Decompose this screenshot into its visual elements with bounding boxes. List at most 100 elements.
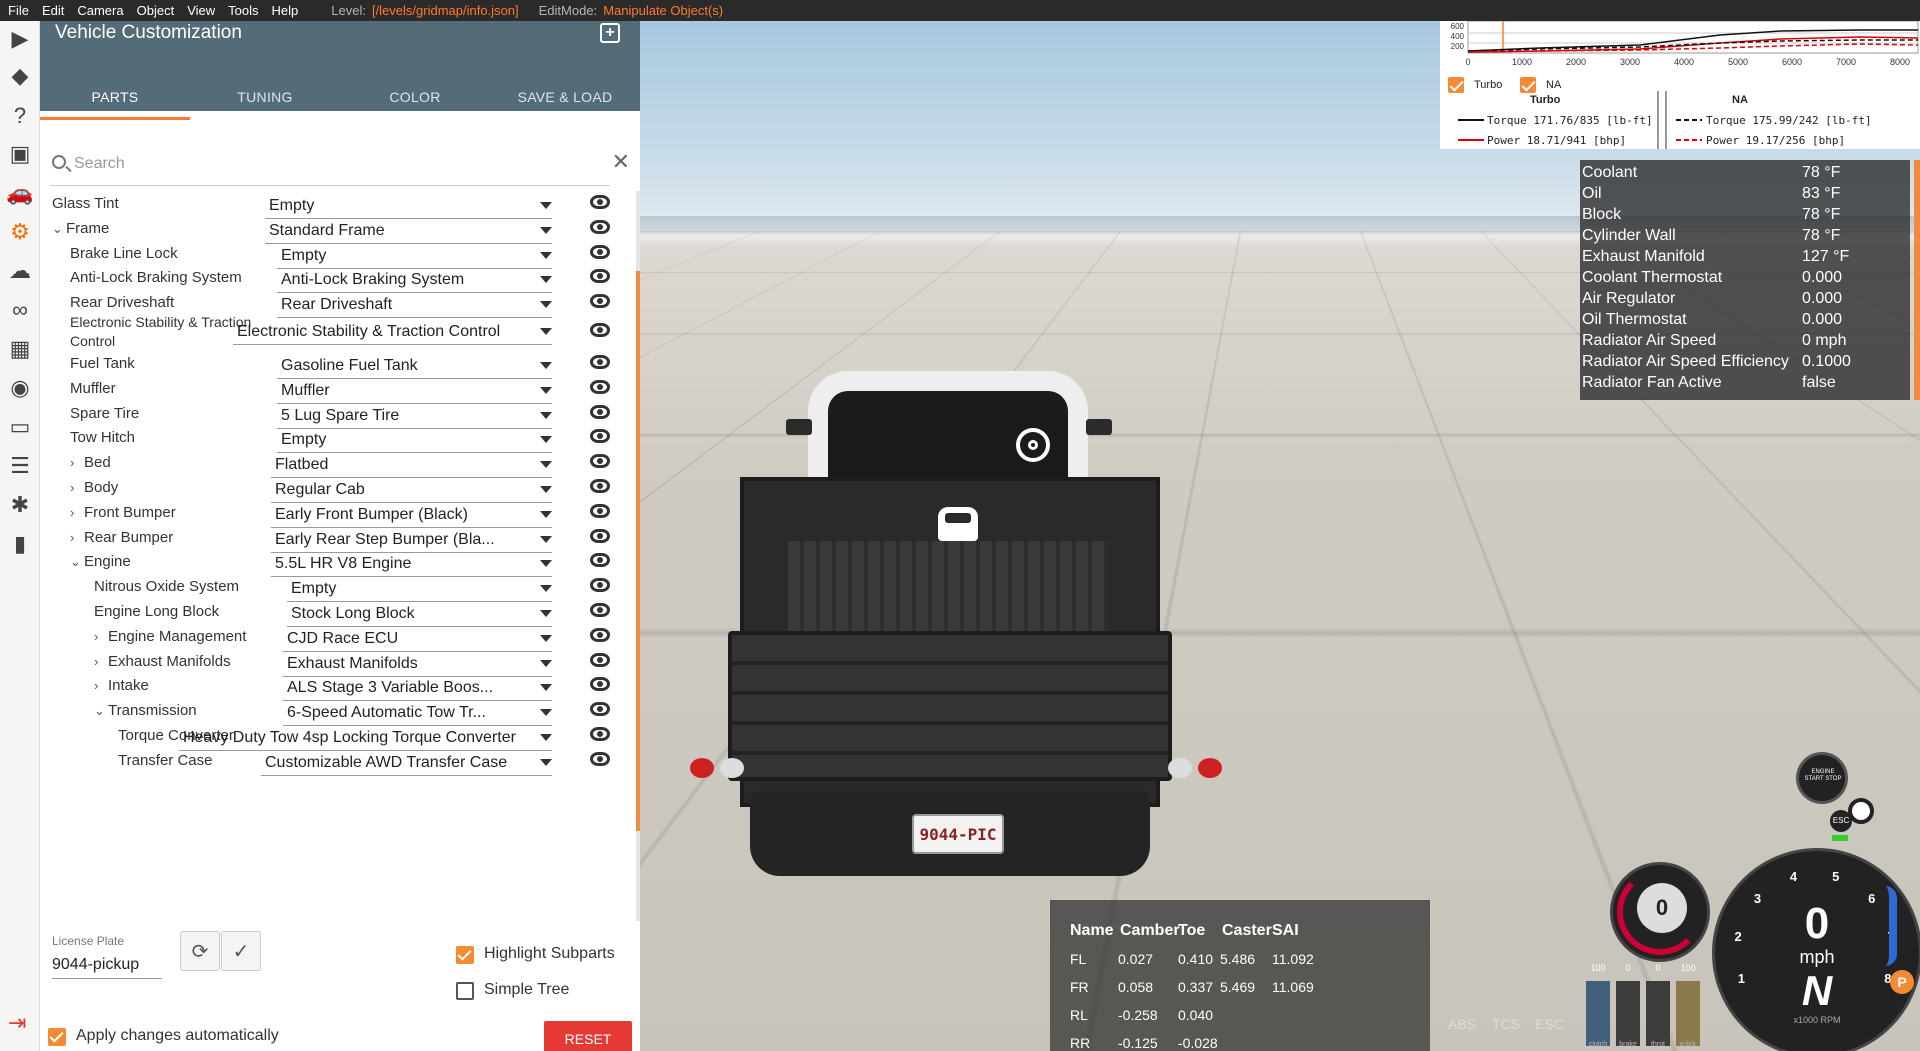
search-input[interactable] (74, 152, 574, 176)
part-row[interactable]: Transfer Case Customizable AWD Transfer C… (40, 748, 634, 776)
eye-icon[interactable] (590, 627, 610, 642)
eye-icon[interactable] (590, 404, 610, 419)
tab-tuning[interactable]: TUNING (190, 89, 340, 111)
eye-icon[interactable] (590, 727, 610, 741)
cloud-icon[interactable]: ☁ (0, 253, 40, 289)
add-window-icon[interactable]: + (600, 23, 620, 43)
chevron-right-icon[interactable]: › (94, 627, 108, 646)
part-row[interactable]: Electronic Stability & Traction Control E… (40, 314, 634, 351)
simple-tree-checkbox[interactable] (456, 982, 474, 1000)
part-row[interactable]: Torque Converter Heavy Duty Tow 4sp Locki… (40, 723, 634, 751)
parts-scrollbar-thumb[interactable] (636, 271, 640, 831)
tab-save-load[interactable]: SAVE & LOAD (490, 89, 640, 111)
eye-icon[interactable] (590, 379, 610, 394)
part-row[interactable]: Glass Tint Empty (40, 191, 634, 219)
window-icon[interactable]: ▭ (0, 409, 40, 445)
gear-icon[interactable]: ⚙ (0, 214, 40, 250)
part-row[interactable]: Rear Driveshaft Rear Driveshaft (40, 290, 634, 319)
menu-tools[interactable]: Tools (228, 3, 258, 18)
chevron-down-icon[interactable]: ⌄ (94, 701, 108, 720)
scenario-icon[interactable]: ▣ (0, 136, 40, 172)
vehicle-icon[interactable]: 🚗 (0, 175, 40, 211)
infinity-icon[interactable]: ∞ (0, 292, 40, 328)
tab-parts[interactable]: PARTS (40, 77, 190, 120)
eye-icon[interactable] (590, 503, 610, 518)
film-icon[interactable]: ▦ (0, 331, 40, 367)
na-checkbox[interactable] (1520, 77, 1536, 93)
chart-icon[interactable]: ▮ (0, 526, 40, 562)
eye-icon[interactable] (590, 479, 610, 493)
part-row[interactable]: › Engine Management CJD Race ECU (40, 624, 634, 652)
apply-automatically-checkbox[interactable] (48, 1028, 66, 1046)
part-row[interactable]: Engine Long Block Stock Long Block (40, 599, 634, 627)
part-row[interactable]: › Rear Bumper Early Rear Step Bumper (Bla.… (40, 525, 634, 553)
part-row[interactable]: › Intake ALS Stage 3 Variable Boos... (40, 673, 634, 702)
chevron-right-icon[interactable]: › (94, 652, 108, 671)
sliders-icon[interactable]: ☰ (0, 448, 40, 484)
eye-icon[interactable] (590, 294, 610, 309)
eye-icon[interactable] (590, 323, 610, 337)
apply-plate-button[interactable]: ✓ (221, 931, 261, 971)
eye-icon[interactable] (590, 652, 610, 667)
eye-icon[interactable] (590, 677, 610, 692)
part-row[interactable]: ⌄ Engine 5.5L HR V8 Engine (40, 549, 634, 578)
turbo-checkbox[interactable] (1448, 77, 1464, 93)
menu-camera[interactable]: Camera (77, 3, 123, 18)
chevron-right-icon[interactable]: › (70, 478, 84, 497)
menu-file[interactable]: File (8, 3, 29, 18)
close-icon[interactable]: ✕ (612, 151, 630, 173)
play-icon[interactable]: ▶ (0, 21, 40, 57)
exit-icon[interactable]: ⇥ (8, 1010, 26, 1036)
eye-icon[interactable] (590, 751, 610, 766)
layers-icon[interactable]: ◆ (0, 58, 40, 94)
part-row[interactable]: ⌄ Transmission 6-Speed Automatic Tow Tr... (40, 698, 634, 727)
chevron-down-icon[interactable]: ⌄ (52, 219, 66, 238)
part-row[interactable]: Nitrous Oxide System Empty (40, 574, 634, 603)
license-plate-input[interactable] (52, 951, 162, 979)
chevron-down-icon[interactable]: ⌄ (70, 552, 84, 571)
engine-start-stop-button[interactable]: ENGINE START STOP (1796, 752, 1848, 804)
part-row[interactable]: Spare Tire 5 Lug Spare Tire (40, 401, 634, 429)
eye-icon[interactable] (590, 269, 610, 284)
part-row[interactable]: › Bed Flatbed (40, 450, 634, 479)
eye-icon[interactable] (590, 578, 610, 593)
randomize-plate-button[interactable]: ⟳ (180, 931, 220, 971)
part-row[interactable]: Brake Line Lock Empty (40, 241, 634, 269)
chevron-right-icon[interactable]: › (70, 528, 84, 547)
part-row[interactable]: › Exhaust Manifolds Exhaust Manifolds (40, 649, 634, 677)
eye-icon[interactable] (590, 528, 610, 543)
eye-icon[interactable] (590, 244, 610, 259)
highlight-subparts-checkbox[interactable] (456, 946, 474, 964)
chevron-right-icon[interactable]: › (94, 676, 108, 695)
part-row[interactable]: ⌄ Frame Standard Frame (40, 216, 634, 244)
part-select[interactable]: Customizable AWD Transfer Case (261, 750, 552, 776)
help-icon[interactable]: ? (0, 98, 40, 134)
temps-scrollbar[interactable] (1914, 160, 1920, 400)
eye-icon[interactable] (590, 219, 610, 234)
eye-icon[interactable] (590, 603, 610, 617)
part-row[interactable]: Fuel Tank Gasoline Fuel Tank (40, 351, 634, 379)
menu-view[interactable]: View (187, 3, 215, 18)
part-select[interactable]: Electronic Stability & Traction Control (233, 319, 552, 345)
tab-color[interactable]: COLOR (340, 89, 490, 111)
menu-object[interactable]: Object (137, 3, 175, 18)
chevron-right-icon[interactable]: › (70, 453, 84, 472)
eye-icon[interactable] (590, 195, 610, 209)
eye-icon[interactable] (590, 553, 610, 568)
bug-icon[interactable]: ✱ (0, 487, 40, 523)
vehicle-marker-icon[interactable] (938, 507, 978, 541)
target-icon[interactable] (1016, 428, 1050, 462)
part-row[interactable]: › Front Bumper Early Front Bumper (Black) (40, 500, 634, 528)
eye-icon[interactable] (590, 702, 610, 717)
menu-help[interactable]: Help (272, 3, 299, 18)
part-row[interactable]: › Body Regular Cab (40, 475, 634, 503)
eye-icon[interactable] (590, 454, 610, 469)
part-row[interactable]: Tow Hitch Empty (40, 425, 634, 454)
part-row[interactable]: Muffler Muffler (40, 376, 634, 404)
chevron-right-icon[interactable]: › (70, 503, 84, 522)
eye-icon[interactable] (590, 355, 610, 369)
menu-edit[interactable]: Edit (42, 3, 64, 18)
camera-icon[interactable]: ◉ (0, 370, 40, 406)
eye-icon[interactable] (590, 429, 610, 444)
reset-button[interactable]: RESET (544, 1021, 632, 1051)
